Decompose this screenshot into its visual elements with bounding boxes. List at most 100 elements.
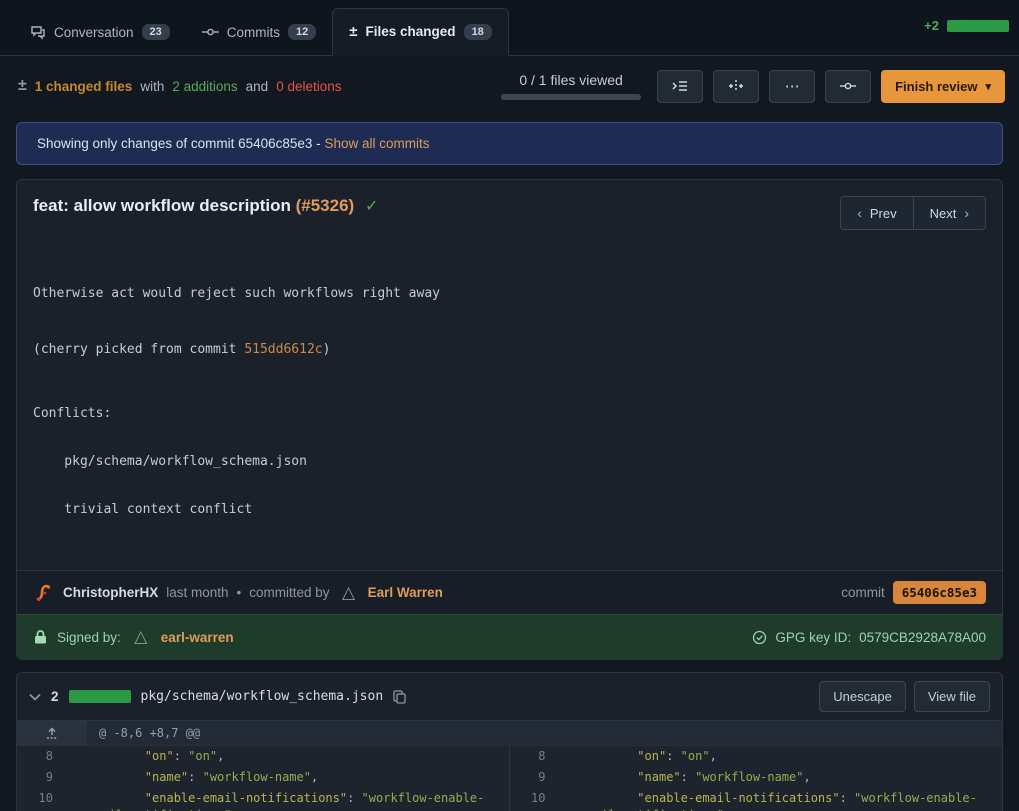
tab-conversation-label: Conversation: [54, 25, 134, 40]
diff-left-rows: 8 "on": "on",9 "name": "workflow-name",1…: [17, 746, 509, 811]
author-name-link[interactable]: ChristopherHX: [63, 585, 158, 600]
conversation-icon: [30, 24, 46, 40]
hunk-header-row: @ -8,6 +8,7 @@: [17, 721, 1002, 746]
commit-message: Otherwise act would reject such workflow…: [17, 236, 1002, 570]
code-token: "on": [681, 749, 710, 763]
code-token: [580, 770, 638, 784]
stats-text: with: [140, 79, 164, 94]
line-number[interactable]: 10: [17, 788, 61, 809]
code-token: "enable-email-notifications": [145, 791, 347, 805]
copy-path-icon[interactable]: [393, 690, 406, 704]
diffstat-additions: +2: [924, 18, 939, 33]
commit-hash-badge[interactable]: 65406c85e3: [893, 581, 986, 604]
notice-text: Showing only changes of commit 65406c85e…: [37, 136, 321, 151]
pr-number-link[interactable]: (#5326): [296, 196, 355, 215]
committed-by-label: committed by: [249, 585, 329, 600]
code-token: "workflow-name": [695, 770, 803, 784]
diff-right-column: 8 "on": "on",9 "name": "workflow-name",1…: [510, 746, 1003, 811]
chevron-left-icon: ‹: [857, 205, 862, 221]
tab-commits[interactable]: Commits 12: [186, 10, 333, 55]
diff-line-right-10[interactable]: 10 "enable-email-notifications": "workfl…: [510, 788, 1003, 811]
committer-avatar[interactable]: △: [338, 582, 360, 604]
tab-files-count: 18: [464, 24, 492, 40]
check-icon: ✓: [365, 198, 378, 215]
finish-review-button[interactable]: Finish review ▾: [881, 70, 1005, 103]
diff-line-left-9[interactable]: 9 "name": "workflow-name",: [17, 767, 509, 788]
split-view-button[interactable]: [713, 70, 759, 103]
copy-icon: [393, 690, 406, 704]
commit-message-line: trivial context conflict: [33, 502, 986, 518]
split-diff-icon: [727, 79, 745, 93]
stats-text: and: [246, 79, 269, 94]
files-viewed-progressbar: [501, 94, 641, 100]
line-number[interactable]: 9: [17, 767, 61, 788]
commit-title: feat: allow workflow description (#5326)…: [33, 196, 378, 216]
view-file-button[interactable]: View file: [914, 681, 990, 712]
code-token: :: [188, 770, 202, 784]
chevron-right-icon: ›: [964, 205, 969, 221]
commit-author-row: ChristopherHX last month • committed by …: [17, 570, 1002, 614]
line-number[interactable]: 8: [510, 746, 554, 767]
file-header: 2 pkg/schema/workflow_schema.json Unesca…: [17, 673, 1002, 721]
diff-line-right-8[interactable]: 8 "on": "on",: [510, 746, 1003, 767]
changed-files-summary: ± 1 changed files with 2 additions and 0…: [18, 77, 342, 95]
verified-badge-icon: [752, 630, 767, 645]
split-diff: 8 "on": "on",9 "name": "workflow-name",1…: [17, 746, 1002, 811]
tab-files-changed[interactable]: ± Files changed 18: [332, 8, 509, 56]
tab-files-label: Files changed: [366, 24, 456, 39]
diff-right-rows: 8 "on": "on",9 "name": "workflow-name",1…: [510, 746, 1003, 811]
commit-icon: [839, 79, 857, 93]
commit-message-line: (cherry picked from commit 515dd6612c): [33, 334, 986, 358]
unescape-button[interactable]: Unescape: [819, 681, 906, 712]
line-number[interactable]: 10: [510, 788, 554, 809]
caret-down-icon: ▾: [985, 80, 991, 93]
commit-message-line: Otherwise act would reject such workflow…: [33, 278, 986, 302]
commit-message-line: pkg/schema/workflow_schema.json: [33, 454, 986, 470]
cherry-pick-hash-link[interactable]: 515dd6612c: [244, 342, 322, 357]
code-token: [87, 770, 145, 784]
prev-commit-button[interactable]: ‹ Prev: [840, 196, 913, 230]
collapse-file-icon[interactable]: [29, 693, 41, 701]
line-number[interactable]: 8: [17, 746, 61, 767]
diff-line-right-9[interactable]: 9 "name": "workflow-name",: [510, 767, 1003, 788]
pr-tabbar: Conversation 23 Commits 12 ± Files chang…: [0, 0, 1019, 56]
diff-stats-row: ± 1 changed files with 2 additions and 0…: [0, 56, 1019, 116]
author-avatar[interactable]: [33, 582, 55, 604]
changed-files-count: 1 changed files: [35, 79, 133, 94]
triangle-avatar-icon: △: [134, 627, 147, 647]
commit-select-button[interactable]: [825, 70, 871, 103]
next-commit-button[interactable]: Next ›: [914, 196, 986, 230]
code-token: ,: [217, 749, 224, 763]
show-all-commits-link[interactable]: Show all commits: [324, 136, 429, 151]
signer-avatar[interactable]: △: [130, 626, 152, 648]
file-diffstat-bar: [69, 690, 131, 703]
code-token: :: [666, 749, 680, 763]
committer-name-link[interactable]: Earl Warren: [368, 585, 443, 600]
line-code: "on": "on",: [580, 746, 1003, 767]
author-avatar-image: [34, 583, 54, 603]
expand-lines-button[interactable]: [17, 721, 87, 745]
code-token: :: [347, 791, 361, 805]
diff-left-column: 8 "on": "on",9 "name": "workflow-name",1…: [17, 746, 510, 811]
code-token: ,: [803, 770, 810, 784]
line-code: "on": "on",: [87, 746, 509, 767]
signer-name-link[interactable]: earl-warren: [161, 630, 234, 645]
file-tree-button[interactable]: [657, 70, 703, 103]
line-code: "enable-email-notifications": "workflow-…: [87, 788, 509, 811]
file-name: pkg/schema/workflow_schema.json: [141, 689, 384, 704]
diff-line-left-8[interactable]: 8 "on": "on",: [17, 746, 509, 767]
diff-line-left-10[interactable]: 10 "enable-email-notifications": "workfl…: [17, 788, 509, 811]
code-token: [87, 749, 145, 763]
expand-up-icon: [45, 727, 59, 740]
commit-nav: ‹ Prev Next ›: [840, 196, 986, 230]
line-number[interactable]: 9: [510, 767, 554, 788]
code-token: [580, 791, 638, 805]
plus-minus-icon: ±: [18, 77, 27, 95]
commit-icon: [202, 24, 219, 40]
finish-review-label: Finish review: [895, 79, 977, 94]
diff-options-button[interactable]: ⋯: [769, 70, 815, 103]
tab-conversation[interactable]: Conversation 23: [14, 10, 186, 55]
commit-header: feat: allow workflow description (#5326)…: [17, 180, 1002, 236]
deletions-count: 0 deletions: [276, 79, 341, 94]
commit-signed-row: Signed by: △ earl-warren GPG key ID: 057…: [17, 614, 1002, 659]
